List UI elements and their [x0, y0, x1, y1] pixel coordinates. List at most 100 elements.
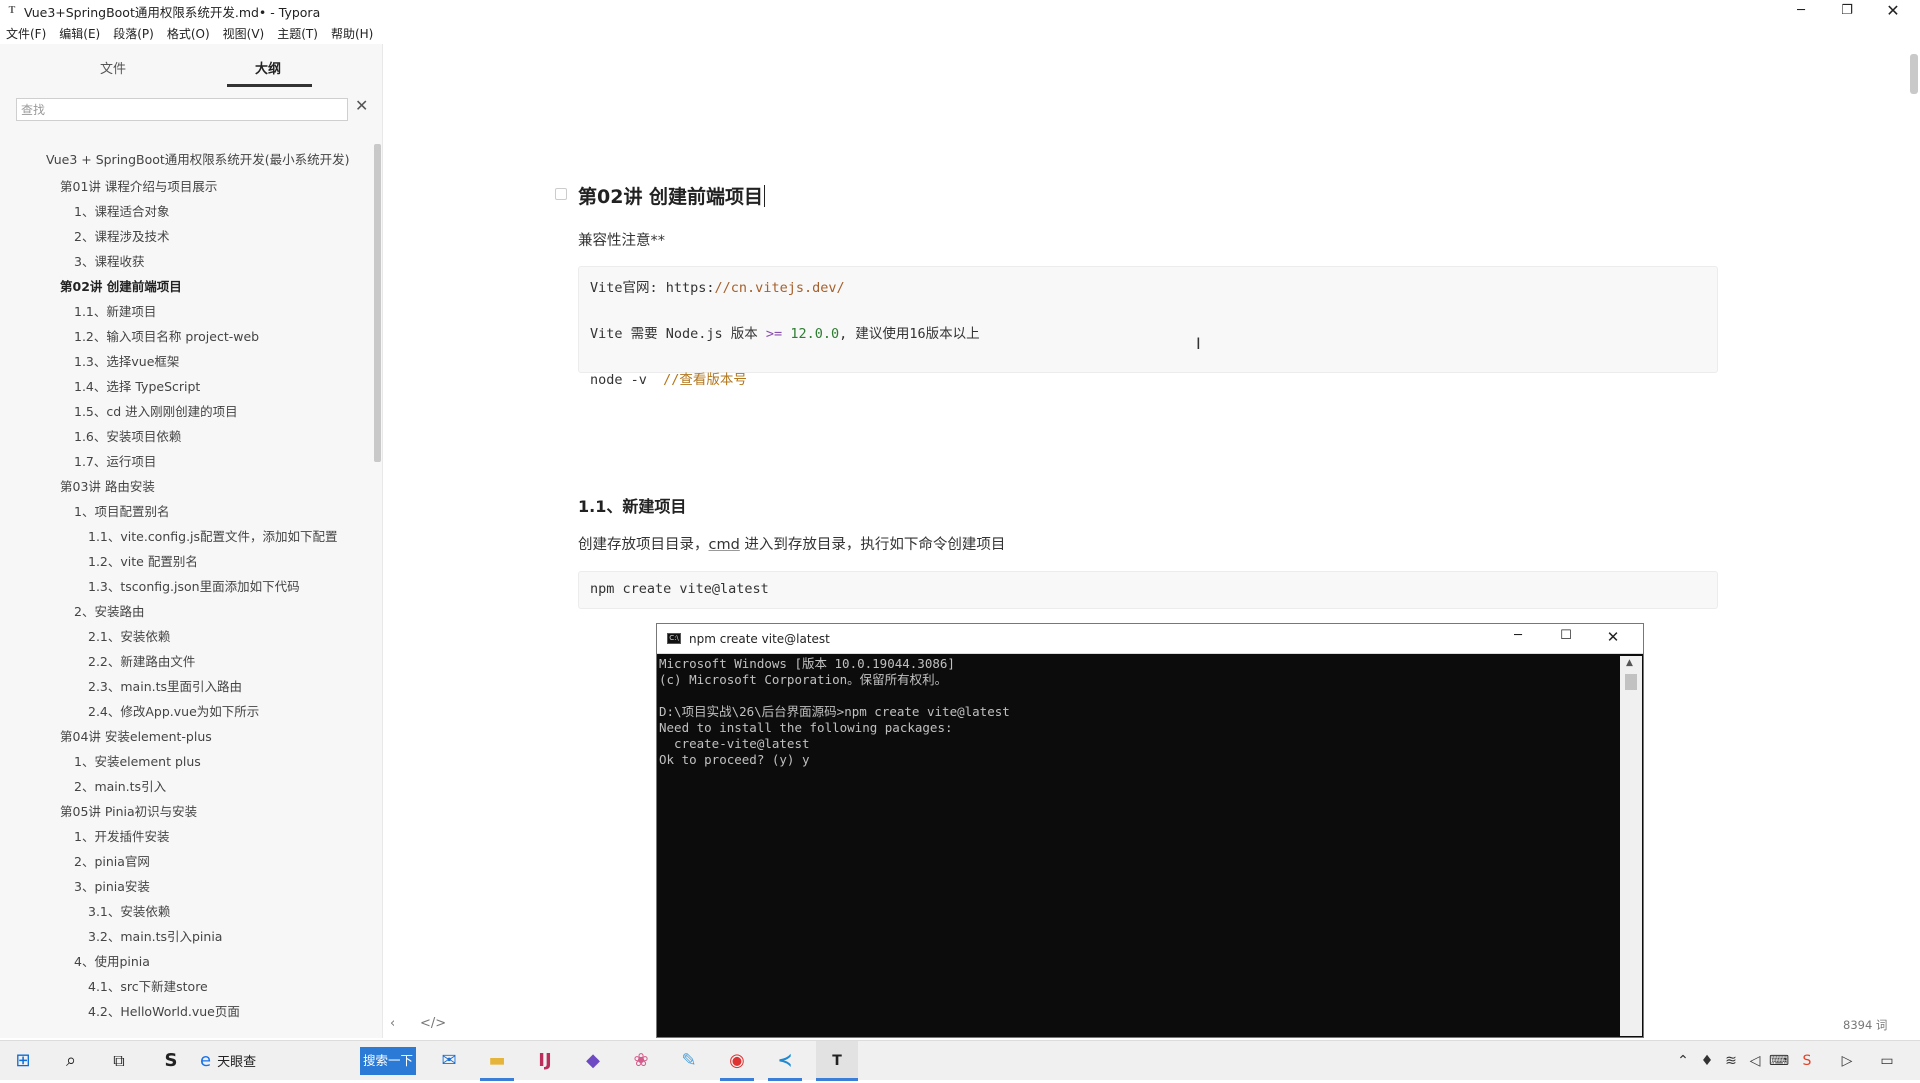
outline-item[interactable]: 2、安装路由	[0, 599, 370, 624]
outline-item[interactable]: 2、pinia官网	[0, 849, 370, 874]
heading-h2-text: 第02讲 创建前端项目	[578, 186, 764, 208]
outline-item[interactable]: 第02讲 创建前端项目	[0, 274, 370, 299]
menu-paragraph[interactable]: 段落(P)	[113, 25, 154, 42]
code-block-vite-info[interactable]: Vite官网: https://cn.vitejs.dev/ Vite 需要 N…	[578, 266, 1718, 388]
outline-item[interactable]: 3.2、main.ts引入pinia	[0, 924, 370, 949]
terminal-line: D:\项目实战\26\后台界面源码>npm create vite@latest	[659, 704, 1010, 719]
outline-item[interactable]: 1.3、tsconfig.json里面添加如下代码	[0, 574, 370, 599]
task-view-icon[interactable]: ⧉	[102, 1041, 136, 1081]
text-caret	[764, 185, 766, 207]
terminal-line: create-vite@latest	[659, 736, 810, 751]
typora-app-icon: T	[8, 5, 16, 16]
mail-icon[interactable]: ✉	[432, 1041, 466, 1081]
editor-scrollbar[interactable]	[1910, 54, 1918, 94]
outline-item[interactable]: 3、课程收获	[0, 249, 370, 274]
outline-item[interactable]: 1.2、输入项目名称 project-web	[0, 324, 370, 349]
tab-outline[interactable]: 大纲	[255, 58, 281, 77]
clear-search-icon[interactable]: ✕	[355, 96, 368, 115]
compat-note[interactable]: 兼容性注意**	[578, 229, 665, 250]
tray-chevron-up-icon[interactable]: ⌃	[1672, 1041, 1694, 1081]
outline-item[interactable]: 3、pinia安装	[0, 874, 370, 899]
paragraph-create-project[interactable]: 创建存放项目目录，cmd 进入到存放目录，执行如下命令创建项目	[578, 533, 1005, 554]
outline-item[interactable]: 2.1、安装依赖	[0, 624, 370, 649]
outline-item[interactable]: 1.1、新建项目	[0, 299, 370, 324]
intellij-idea-icon[interactable]: IJ	[528, 1041, 562, 1081]
outline-item[interactable]: 1.3、选择vue框架	[0, 349, 370, 374]
outline-item[interactable]: 3.1、安装依赖	[0, 899, 370, 924]
toggle-sidebar-icon[interactable]: ‹	[390, 1016, 395, 1031]
ie-tianyancha-button[interactable]: e 天眼查	[200, 1041, 274, 1081]
menu-theme[interactable]: 主题(T)	[277, 25, 318, 42]
menu-file[interactable]: 文件(F)	[6, 25, 46, 42]
heading-h2[interactable]: 第02讲 创建前端项目	[578, 182, 766, 209]
terminal-close-icon: ✕	[1606, 628, 1620, 646]
outline-item[interactable]: 第03讲 路由安装	[0, 474, 370, 499]
outline-item[interactable]: Vue3 + SpringBoot通用权限系统开发(最小系统开发)	[0, 150, 370, 174]
mouse-ibeam-cursor: I	[1196, 334, 1201, 353]
color-app-icon[interactable]: ❀	[624, 1041, 658, 1081]
code-block-npm-create[interactable]: npm create vite@latest	[578, 571, 1718, 609]
tab-files[interactable]: 文件	[100, 58, 126, 77]
visual-studio-icon[interactable]: ◆	[576, 1041, 610, 1081]
source-mode-icon[interactable]: </>	[420, 1016, 446, 1031]
tray-app-s-icon[interactable]: S	[1796, 1041, 1818, 1081]
outline-item[interactable]: 1、开发插件安装	[0, 824, 370, 849]
maximize-button[interactable]: ❐	[1824, 0, 1870, 22]
terminal-title: npm create vite@latest	[689, 631, 830, 646]
outline-item[interactable]: 4.1、src下新建store	[0, 974, 370, 999]
sidebar: 文件 大纲 ✕ Vue3 + SpringBoot通用权限系统开发(最小系统开发…	[0, 44, 383, 1038]
outline-item[interactable]: 2.4、修改App.vue为如下所示	[0, 699, 370, 724]
sidebar-scrollbar[interactable]	[374, 144, 381, 462]
outline-item[interactable]: 1、课程适合对象	[0, 199, 370, 224]
menu-bar: 文件(F) 编辑(E) 段落(P) 格式(O) 视图(V) 主题(T) 帮助(H…	[0, 22, 386, 44]
word-count[interactable]: 8394 词	[1843, 1017, 1887, 1033]
typora-taskbar-icon[interactable]: T	[816, 1041, 858, 1081]
chrome-icon[interactable]: ◉	[720, 1041, 754, 1081]
outline-item[interactable]: 1.6、安装项目依赖	[0, 424, 370, 449]
taskbar-search-button[interactable]: 搜索一下	[360, 1047, 416, 1075]
windows-start-icon[interactable]: ⊞	[6, 1041, 40, 1081]
close-button[interactable]: ✕	[1870, 0, 1916, 22]
menu-view[interactable]: 视图(V)	[223, 25, 265, 42]
wifi-icon[interactable]: ≋	[1720, 1041, 1742, 1081]
outline-item[interactable]: 1.1、vite.config.js配置文件，添加如下配置	[0, 524, 370, 549]
vscode-icon[interactable]: ≺	[768, 1041, 802, 1081]
outline-item[interactable]: 1、项目配置别名	[0, 499, 370, 524]
file-explorer-icon[interactable]: ▬	[480, 1041, 514, 1081]
outline-item[interactable]: 1.7、运行项目	[0, 449, 370, 474]
outline-item[interactable]: 2.3、main.ts里面引入路由	[0, 674, 370, 699]
outline-item[interactable]: 2、main.ts引入	[0, 774, 370, 799]
volume-icon[interactable]: ◁	[1744, 1041, 1766, 1081]
microphone-icon[interactable]: ♦	[1696, 1041, 1718, 1081]
outline-item[interactable]: 第04讲 安装element-plus	[0, 724, 370, 749]
menu-edit[interactable]: 编辑(E)	[59, 25, 100, 42]
terminal-scroll-thumb	[1625, 674, 1637, 690]
outline-item[interactable]: 第01讲 课程介绍与项目展示	[0, 174, 370, 199]
pen-app-icon[interactable]: ✎	[672, 1041, 706, 1081]
code-text: , 建议使用16版本以上	[839, 326, 980, 342]
minimize-button[interactable]: ─	[1778, 0, 1824, 22]
media-icon[interactable]: ▷	[1836, 1041, 1858, 1081]
app-s-icon[interactable]: S	[154, 1041, 188, 1081]
code-text: node -v	[590, 372, 664, 388]
outline-item[interactable]: 1、安装element plus	[0, 749, 370, 774]
heading-h3[interactable]: 1.1、新建项目	[578, 493, 686, 517]
scroll-up-arrow-icon: ▲	[1626, 658, 1633, 668]
outline-item[interactable]: 1.5、cd 进入刚刚创建的项目	[0, 399, 370, 424]
outline-item[interactable]: 2.2、新建路由文件	[0, 649, 370, 674]
menu-format[interactable]: 格式(O)	[167, 25, 210, 42]
notification-icon[interactable]: ▭	[1876, 1041, 1898, 1081]
outline-item[interactable]: 4、使用pinia	[0, 949, 370, 974]
outline-item[interactable]: 1.2、vite 配置别名	[0, 549, 370, 574]
menu-help[interactable]: 帮助(H)	[331, 25, 373, 42]
title-bar: T Vue3+SpringBoot通用权限系统开发.md• - Typora	[0, 0, 1920, 22]
outline-item[interactable]: 2、课程涉及技术	[0, 224, 370, 249]
search-icon[interactable]: ⌕	[54, 1041, 88, 1081]
block-handle-icon[interactable]	[555, 188, 567, 200]
outline-item[interactable]: 4.2、HelloWorld.vue页面	[0, 999, 370, 1024]
outline-item[interactable]: 1.4、选择 TypeScript	[0, 374, 370, 399]
input-method-icon[interactable]: ⌨	[1768, 1041, 1790, 1081]
outline-item[interactable]: 第05讲 Pinia初识与安装	[0, 799, 370, 824]
outline-search-input[interactable]	[16, 98, 348, 121]
